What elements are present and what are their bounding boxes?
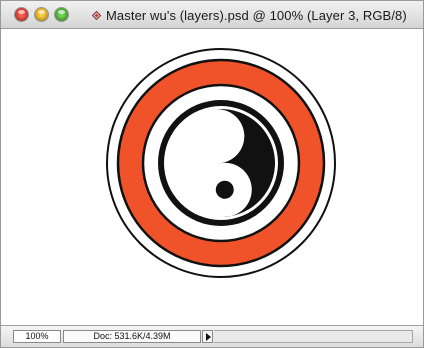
doc-size-info: Doc: 531.6K/4.39M bbox=[63, 330, 201, 343]
minimize-icon[interactable] bbox=[35, 8, 48, 21]
close-icon[interactable] bbox=[15, 8, 28, 21]
window-title: Master wu's (layers).psd @ 100% (Layer 3… bbox=[106, 8, 407, 23]
document-window: Master wu's (layers).psd @ 100% (Layer 3… bbox=[0, 0, 424, 348]
status-bar: 100% Doc: 531.6K/4.39M bbox=[1, 325, 423, 347]
triangle-right-icon[interactable] bbox=[202, 330, 213, 343]
zoom-level-field[interactable]: 100% bbox=[13, 330, 61, 343]
yin-yang-emblem bbox=[106, 48, 336, 278]
title-bar[interactable]: Master wu's (layers).psd @ 100% (Layer 3… bbox=[1, 1, 423, 29]
document-proxy-icon[interactable] bbox=[92, 11, 101, 20]
zoom-icon[interactable] bbox=[55, 8, 68, 21]
horizontal-scrollbar[interactable] bbox=[214, 330, 413, 343]
document-canvas[interactable] bbox=[1, 29, 423, 325]
